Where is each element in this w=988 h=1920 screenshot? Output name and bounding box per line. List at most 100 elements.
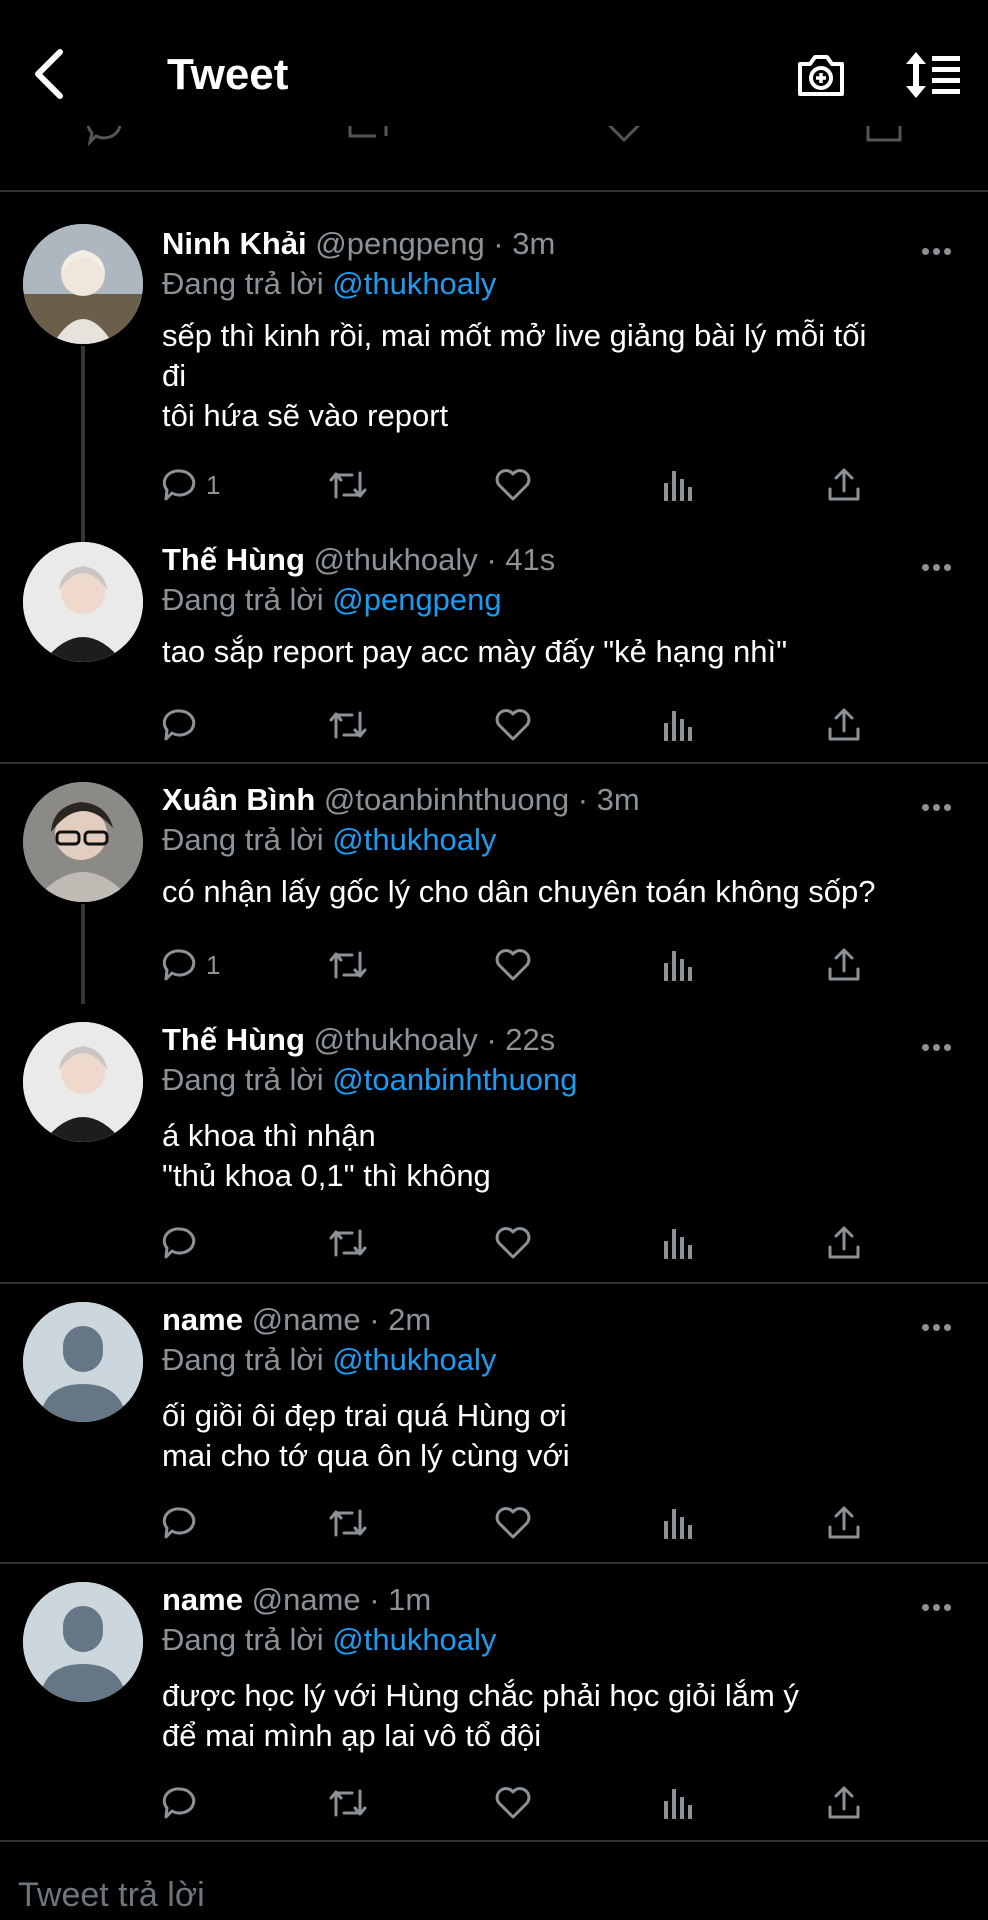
avatar[interactable] — [23, 224, 143, 344]
analytics-button[interactable] — [662, 700, 694, 750]
like-button[interactable] — [494, 460, 532, 510]
replying-label: Đang trả lời — [162, 1342, 324, 1377]
reply-icon — [162, 469, 196, 501]
avatar[interactable] — [23, 782, 143, 902]
like-button[interactable] — [494, 1498, 532, 1548]
replying-label: Đang trả lời — [162, 822, 324, 857]
page-title: Tweet — [167, 50, 289, 99]
thread-line — [81, 346, 85, 542]
retweet-icon — [329, 1789, 367, 1817]
reply-button[interactable] — [162, 700, 206, 750]
share-button[interactable] — [826, 940, 862, 990]
mention-link[interactable]: @thukhoaly — [332, 822, 496, 857]
share-button[interactable] — [826, 460, 862, 510]
retweet-button[interactable] — [328, 1218, 368, 1268]
retweet-button[interactable] — [328, 700, 368, 750]
tweet-text: ối giồi ôi đẹp trai quá Hùng ơi mai cho … — [162, 1398, 570, 1473]
tweet-text: được học lý với Hùng chắc phải học giỏi … — [162, 1678, 799, 1753]
analytics-button[interactable] — [662, 1778, 694, 1828]
default-avatar[interactable] — [23, 1302, 143, 1422]
reply-button[interactable] — [162, 1218, 206, 1268]
heart-icon — [495, 949, 531, 981]
tweet-text: tao sắp report pay acc mày đấy "kẻ hạng … — [162, 634, 788, 669]
replying-label: Đang trả lời — [162, 582, 324, 617]
share-icon — [828, 1226, 860, 1259]
retweet-button[interactable] — [328, 940, 368, 990]
retweet-button[interactable] — [328, 1498, 368, 1548]
analytics-icon — [664, 1789, 692, 1819]
retweet-button[interactable] — [328, 460, 368, 510]
reply-compose-input[interactable]: Tweet trả lời — [18, 1876, 205, 1915]
reply-count: 1 — [206, 469, 221, 500]
replying-label: Đang trả lời — [162, 1622, 324, 1657]
sort-icon[interactable] — [902, 50, 962, 100]
like-button[interactable] — [494, 940, 532, 990]
scrolled-action-bar — [0, 126, 988, 160]
tweet-actions — [0, 700, 988, 750]
chevron-left-icon[interactable] — [30, 48, 70, 100]
share-button[interactable] — [826, 700, 862, 750]
share-button[interactable] — [826, 1778, 862, 1828]
handle-time: @pengpeng · 3m — [315, 226, 556, 261]
default-avatar[interactable] — [23, 1582, 143, 1702]
mention-link[interactable]: @thukhoaly — [332, 1342, 496, 1377]
camera-add-icon[interactable] — [796, 50, 846, 100]
display-name[interactable]: name — [162, 1302, 243, 1337]
more-options-icon[interactable] — [922, 1038, 956, 1051]
retweet-icon — [348, 126, 388, 138]
display-name[interactable]: Xuân Bình — [162, 782, 315, 817]
like-button[interactable] — [494, 700, 532, 750]
more-options-icon[interactable] — [922, 1598, 956, 1611]
reply-button[interactable]: 1 — [162, 940, 220, 990]
analytics-button[interactable] — [662, 940, 694, 990]
analytics-icon — [664, 471, 692, 501]
share-button[interactable] — [826, 1498, 862, 1548]
analytics-button[interactable] — [662, 1218, 694, 1268]
tweet-text: có nhận lấy gốc lý cho dân chuyên toán k… — [162, 874, 876, 909]
share-button[interactable] — [826, 1218, 862, 1268]
analytics-icon — [664, 1229, 692, 1259]
retweet-icon — [329, 1229, 367, 1257]
share-icon — [828, 468, 860, 501]
avatar[interactable] — [23, 542, 143, 662]
like-button[interactable] — [494, 1778, 532, 1828]
mention-link[interactable]: @pengpeng — [332, 582, 501, 617]
reply-button[interactable] — [162, 1498, 206, 1548]
divider — [0, 190, 988, 192]
handle-time: @name · 2m — [251, 1302, 432, 1337]
display-name[interactable]: name — [162, 1582, 243, 1617]
more-options-icon[interactable] — [922, 1318, 956, 1331]
more-options-icon[interactable] — [922, 242, 956, 255]
analytics-button[interactable] — [662, 1498, 694, 1548]
share-icon — [828, 1786, 860, 1819]
analytics-icon — [664, 951, 692, 981]
mention-link[interactable]: @toanbinhthuong — [332, 1062, 577, 1097]
reply-button[interactable] — [162, 1778, 206, 1828]
retweet-icon — [329, 711, 367, 739]
tweet-actions — [0, 1498, 988, 1548]
display-name[interactable]: Ninh Khải — [162, 226, 307, 261]
heart-icon — [495, 469, 531, 501]
retweet-icon — [329, 951, 367, 979]
display-name[interactable]: Thế Hùng — [162, 542, 305, 577]
heart-icon — [495, 1227, 531, 1259]
reply-button[interactable]: 1 — [162, 460, 220, 510]
display-name[interactable]: Thế Hùng — [162, 1022, 305, 1057]
mention-link[interactable]: @thukhoaly — [332, 266, 496, 301]
mention-link[interactable]: @thukhoaly — [332, 1622, 496, 1657]
reply-count: 1 — [206, 949, 221, 980]
more-options-icon[interactable] — [922, 798, 956, 811]
replying-label: Đang trả lời — [162, 266, 324, 301]
retweet-button[interactable] — [328, 1778, 368, 1828]
reply-icon — [162, 1787, 196, 1819]
reply-icon — [162, 1507, 196, 1539]
reply-icon — [162, 709, 196, 741]
analytics-button[interactable] — [662, 460, 694, 510]
more-options-icon[interactable] — [922, 558, 956, 571]
reply-icon — [162, 949, 196, 981]
heart-icon — [608, 126, 640, 143]
like-button[interactable] — [494, 1218, 532, 1268]
avatar[interactable] — [23, 1022, 143, 1142]
handle-time: @name · 1m — [251, 1582, 432, 1617]
retweet-icon — [329, 471, 367, 499]
